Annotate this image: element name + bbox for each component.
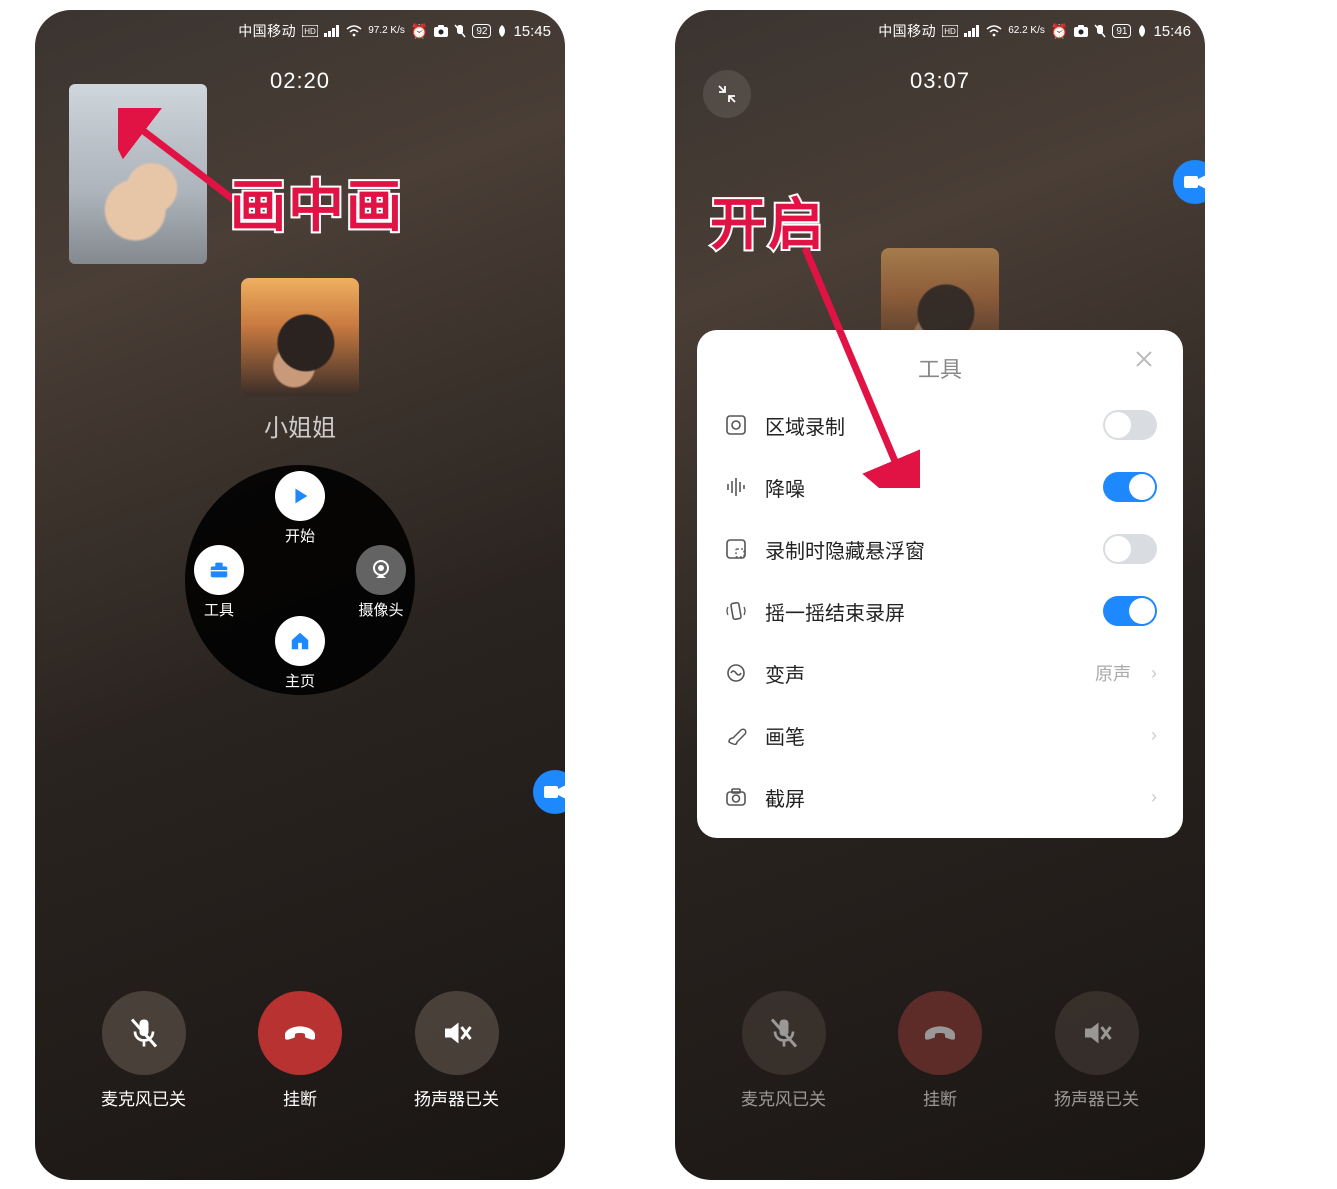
status-bar: 中国移动 HD 62.2 K/s ⏰ 91 15:46 xyxy=(675,10,1205,52)
radial-start-label: 开始 xyxy=(270,525,330,546)
toggle-hide-floating[interactable] xyxy=(1103,534,1157,564)
hangup-label: 挂断 xyxy=(898,1085,982,1110)
hangup-button[interactable]: 挂断 xyxy=(898,991,982,1110)
clock-label: 15:46 xyxy=(1153,23,1191,40)
tool-row-hide-floating[interactable]: 录制时隐藏悬浮窗 xyxy=(723,518,1157,580)
camera-indicator-icon xyxy=(434,25,448,37)
camcorder-icon xyxy=(1184,174,1205,190)
status-bar: 中国移动 HD 97.2 K/s ⏰ 92 15:45 xyxy=(35,10,565,52)
speaker-button[interactable]: 扬声器已关 xyxy=(1054,991,1139,1110)
play-icon xyxy=(275,471,325,521)
tool-label: 录制时隐藏悬浮窗 xyxy=(765,535,1087,564)
call-controls: 麦克风已关 挂断 扬声器已关 xyxy=(675,991,1205,1110)
carrier-label: 中国移动 xyxy=(238,21,296,41)
speaker-label: 扬声器已关 xyxy=(414,1085,499,1110)
shake-phone-icon xyxy=(723,600,749,622)
speaker-button[interactable]: 扬声器已关 xyxy=(414,991,499,1110)
toggle-shake-stop[interactable] xyxy=(1103,596,1157,626)
radial-home-button[interactable]: 主页 xyxy=(270,616,330,691)
camera-indicator-icon xyxy=(1074,25,1088,37)
mic-off-icon xyxy=(742,991,826,1075)
radial-home-label: 主页 xyxy=(270,670,330,691)
tool-label: 截屏 xyxy=(765,783,1131,812)
toggle-region-record[interactable] xyxy=(1103,410,1157,440)
floating-camera-badge[interactable] xyxy=(533,770,565,814)
annotation-arrow-right xyxy=(720,238,920,488)
voice-change-icon xyxy=(723,662,749,684)
hd-icon: HD xyxy=(302,25,318,37)
net-speed-label: 62.2 K/s xyxy=(1008,26,1045,36)
hangup-button[interactable]: 挂断 xyxy=(258,991,342,1110)
radial-tools-label: 工具 xyxy=(189,599,249,620)
hd-icon: HD xyxy=(942,25,958,37)
tools-panel-title: 工具 xyxy=(918,357,962,382)
clock-label: 15:45 xyxy=(513,23,551,40)
speaker-label: 扬声器已关 xyxy=(1054,1085,1139,1110)
wifi-icon xyxy=(986,25,1002,37)
tool-label: 画笔 xyxy=(765,721,1131,750)
tool-label: 摇一摇结束录屏 xyxy=(765,597,1087,626)
chevron-right-icon: › xyxy=(1151,663,1157,684)
mic-button[interactable]: 麦克风已关 xyxy=(101,991,186,1110)
leaf-icon xyxy=(1137,25,1147,37)
battery-indicator: 92 xyxy=(472,24,491,38)
alarm-icon: ⏰ xyxy=(411,23,428,40)
hangup-icon xyxy=(898,991,982,1075)
radial-camera-label: 摄像头 xyxy=(351,599,411,620)
annotation-arrow-left xyxy=(118,108,248,218)
tool-label: 变声 xyxy=(765,659,1079,688)
camcorder-icon xyxy=(544,784,565,800)
close-button[interactable] xyxy=(1135,350,1153,374)
chevron-right-icon: › xyxy=(1151,787,1157,808)
speaker-off-icon xyxy=(1055,991,1139,1075)
webcam-icon xyxy=(356,545,406,595)
brush-icon xyxy=(723,724,749,746)
floating-camera-badge[interactable] xyxy=(1173,160,1205,204)
chevron-right-icon: › xyxy=(1151,725,1157,746)
leaf-icon xyxy=(497,25,507,37)
mic-label: 麦克风已关 xyxy=(101,1085,186,1110)
svg-text:HD: HD xyxy=(944,27,956,36)
hangup-label: 挂断 xyxy=(258,1085,342,1110)
tool-row-screenshot[interactable]: 截屏 › xyxy=(723,766,1157,828)
signal-icon xyxy=(324,25,340,37)
toggle-noise-reduction[interactable] xyxy=(1103,472,1157,502)
alarm-icon: ⏰ xyxy=(1051,23,1068,40)
contact-avatar[interactable] xyxy=(241,278,359,396)
annotation-text-pip: 画中画 xyxy=(230,162,404,243)
tool-row-voice-change[interactable]: 变声 原声 › xyxy=(723,642,1157,704)
call-controls: 麦克风已关 挂断 扬声器已关 xyxy=(35,991,565,1110)
close-icon xyxy=(1135,350,1153,368)
home-icon xyxy=(275,616,325,666)
tool-row-shake-stop[interactable]: 摇一摇结束录屏 xyxy=(723,580,1157,642)
mute-icon xyxy=(1094,24,1106,38)
toolbox-icon xyxy=(194,545,244,595)
radial-start-button[interactable]: 开始 xyxy=(270,471,330,546)
contact-name: 小姐姐 xyxy=(241,408,359,443)
tool-row-brush[interactable]: 画笔 › xyxy=(723,704,1157,766)
contact-block: 小姐姐 xyxy=(241,278,359,443)
minimize-button[interactable] xyxy=(703,70,751,118)
hangup-icon xyxy=(258,991,342,1075)
tool-value: 原声 xyxy=(1095,660,1131,686)
mic-label: 麦克风已关 xyxy=(741,1085,826,1110)
mic-button[interactable]: 麦克风已关 xyxy=(741,991,826,1110)
dashed-window-icon xyxy=(723,538,749,560)
wifi-icon xyxy=(346,25,362,37)
battery-indicator: 91 xyxy=(1112,24,1131,38)
net-speed-label: 97.2 K/s xyxy=(368,26,405,36)
carrier-label: 中国移动 xyxy=(878,21,936,41)
camera-icon xyxy=(723,786,749,808)
call-duration: 03:07 xyxy=(675,68,1205,94)
radial-tools-button[interactable]: 工具 xyxy=(189,545,249,620)
minimize-icon xyxy=(717,84,737,104)
mic-off-icon xyxy=(102,991,186,1075)
signal-icon xyxy=(964,25,980,37)
svg-text:HD: HD xyxy=(304,27,316,36)
mute-icon xyxy=(454,24,466,38)
annotation-text-enable: 开启 xyxy=(710,180,826,261)
radial-menu: 开始 工具 摄像头 主页 xyxy=(185,465,415,695)
radial-camera-button[interactable]: 摄像头 xyxy=(351,545,411,620)
speaker-off-icon xyxy=(415,991,499,1075)
